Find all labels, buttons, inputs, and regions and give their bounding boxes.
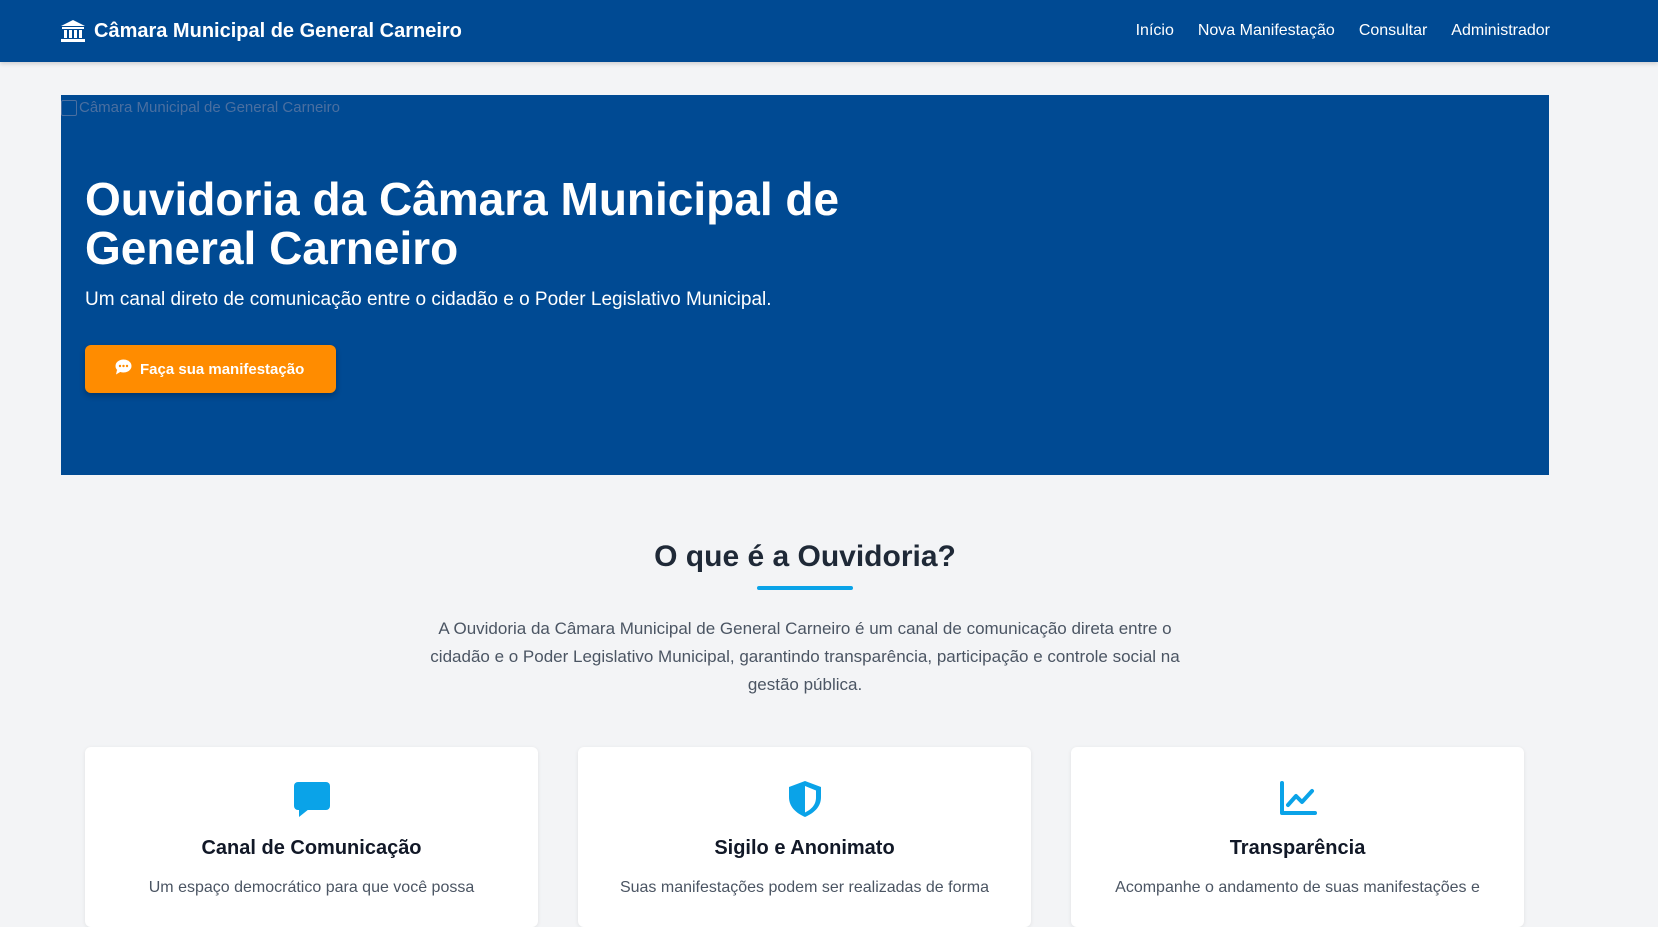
brand-name: Câmara Municipal de General Carneiro — [94, 19, 462, 42]
comment-dots-icon — [115, 359, 132, 379]
comment-icon — [292, 779, 332, 819]
nav-link-inicio[interactable]: Início — [1136, 22, 1174, 39]
brand-link[interactable]: Câmara Municipal de General Carneiro — [60, 19, 462, 43]
cta-label: Faça sua manifestação — [140, 360, 305, 378]
feature-card-transparency: Transparência Acompanhe o andamento de s… — [1071, 747, 1524, 927]
feature-card-communication: Canal de Comunicação Um espaço democráti… — [85, 747, 538, 927]
feature-card-privacy: Sigilo e Anonimato Suas manifestações po… — [578, 747, 1031, 927]
card-title: Transparência — [1229, 837, 1366, 859]
hero-section: Câmara Municipal de General Carneiro Ouv… — [61, 95, 1549, 475]
new-manifestation-button[interactable]: Faça sua manifestação — [85, 345, 337, 393]
nav-link-administrador[interactable]: Administrador — [1451, 22, 1550, 39]
hero-image-alt-text: Câmara Municipal de General Carneiro — [79, 99, 340, 116]
navbar: Câmara Municipal de General Carneiro Iní… — [0, 0, 1658, 62]
card-title: Sigilo e Anonimato — [714, 837, 895, 859]
broken-image-icon — [61, 99, 77, 116]
nav-links: Início Nova Manifestação Consultar Admin… — [1136, 22, 1550, 40]
hero-content: Ouvidoria da Câmara Municipal de General… — [85, 175, 845, 393]
hero-subtitle: Um canal direto de comunicação entre o c… — [85, 289, 772, 310]
about-text: A Ouvidoria da Câmara Municipal de Gener… — [430, 619, 1180, 694]
card-description: Um espaço democrático para que você poss… — [148, 879, 475, 896]
about-title: O que é a Ouvidoria? — [654, 540, 956, 573]
card-title: Canal de Comunicação — [201, 837, 422, 859]
hero-title: Ouvidoria da Câmara Municipal de General… — [85, 173, 840, 274]
shield-icon — [785, 779, 825, 819]
card-description: Acompanhe o andamento de suas manifestaç… — [1115, 879, 1480, 896]
nav-link-nova-manifestacao[interactable]: Nova Manifestação — [1198, 22, 1335, 39]
hero-image-broken: Câmara Municipal de General Carneiro — [61, 99, 340, 116]
card-description: Suas manifestações podem ser realizadas … — [619, 879, 990, 896]
about-title-underline — [757, 586, 853, 590]
landmark-icon — [60, 19, 86, 43]
chart-line-icon — [1278, 779, 1318, 819]
nav-link-consultar[interactable]: Consultar — [1359, 22, 1427, 39]
